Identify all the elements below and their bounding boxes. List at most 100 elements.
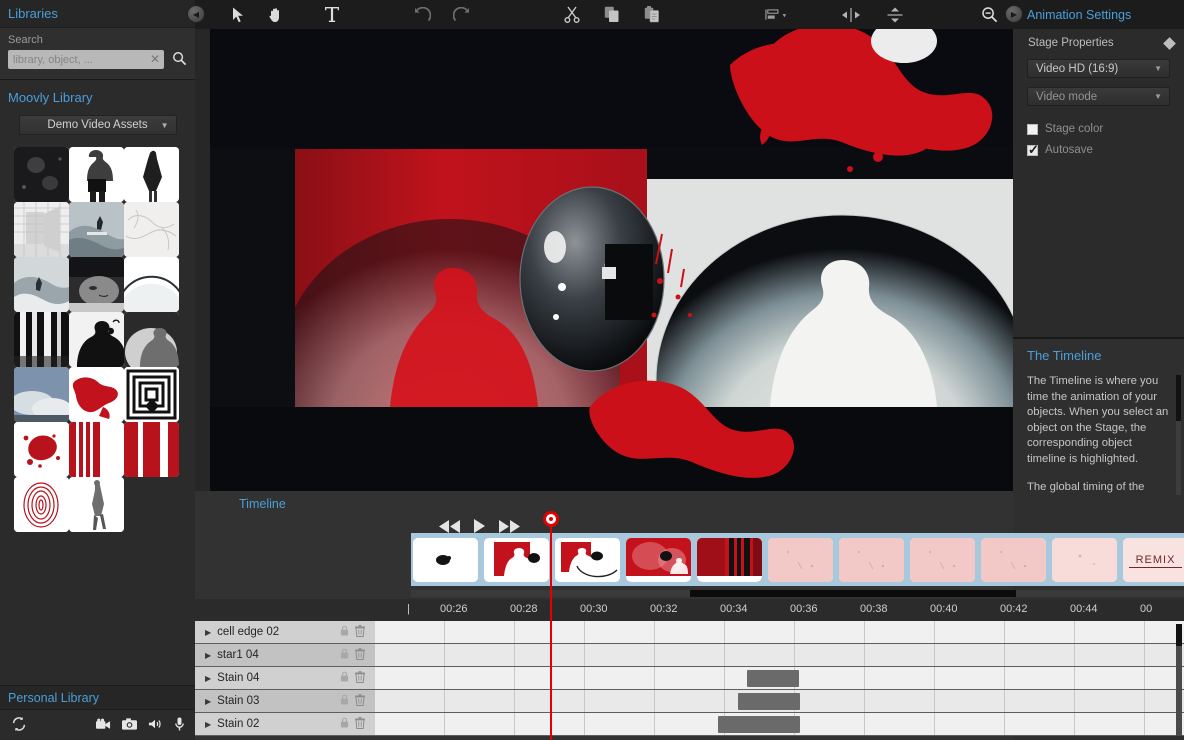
table-row[interactable]: ▶ cell edge 02	[195, 621, 1184, 644]
scene-thumb-10[interactable]	[1052, 538, 1117, 582]
table-row[interactable]: ▶ Stain 02	[195, 713, 1184, 736]
collapse-settings-panel-button[interactable]: ▶	[1005, 5, 1023, 23]
scene-thumb-7[interactable]	[839, 538, 904, 582]
track-lane[interactable]	[375, 644, 1184, 666]
lock-icon[interactable]	[340, 694, 349, 708]
microphone-icon[interactable]	[174, 717, 185, 733]
stage-canvas[interactable]	[210, 29, 1013, 491]
paste-icon[interactable]	[637, 2, 667, 28]
redo-icon[interactable]	[447, 2, 477, 28]
expand-track-icon[interactable]: ▶	[205, 674, 211, 683]
trash-icon[interactable]	[355, 647, 365, 663]
trash-icon[interactable]	[355, 716, 365, 732]
align-vertical-center-icon[interactable]	[880, 2, 910, 28]
blood-splatter[interactable]	[14, 422, 69, 477]
expand-track-icon[interactable]: ▶	[205, 651, 211, 660]
video-camera-icon[interactable]	[96, 718, 111, 732]
align-horizontal-center-icon[interactable]	[836, 2, 866, 28]
lock-icon[interactable]	[340, 648, 349, 662]
lock-icon[interactable]	[340, 717, 349, 731]
scene-thumb-2[interactable]	[484, 538, 549, 582]
timeline-clip[interactable]	[738, 693, 800, 710]
text-tool-icon[interactable]	[317, 2, 347, 28]
expand-track-icon[interactable]: ▶	[205, 628, 211, 637]
search-input-wrap[interactable]: ✕	[8, 50, 164, 69]
stage-color-row[interactable]: Stage color	[1013, 114, 1184, 135]
scene-thumb-6[interactable]	[768, 538, 833, 582]
track-lane[interactable]	[375, 621, 1184, 643]
autosave-checkbox[interactable]	[1027, 142, 1039, 158]
timeline-clip[interactable]	[718, 716, 800, 733]
torso-silhouette[interactable]	[124, 312, 179, 367]
trash-icon[interactable]	[355, 693, 365, 709]
man-back-bw[interactable]	[69, 147, 124, 202]
search-icon[interactable]	[172, 51, 187, 69]
scene-thumb-8[interactable]	[910, 538, 975, 582]
track-lane[interactable]	[375, 667, 1184, 689]
track-lane[interactable]	[375, 690, 1184, 712]
storyboard-strip[interactable]: REMIX	[411, 533, 1184, 586]
timeline-horizontal-scrollbar[interactable]	[411, 590, 1184, 597]
marble-texture[interactable]	[124, 202, 179, 257]
cell-edge-dark[interactable]	[14, 147, 69, 202]
expand-track-icon[interactable]: ▶	[205, 697, 211, 706]
scene-thumb-3[interactable]	[555, 538, 620, 582]
table-row[interactable]: ▶ Stain 03	[195, 690, 1184, 713]
fingerprint-red[interactable]	[14, 477, 69, 532]
red-bars[interactable]	[124, 422, 179, 477]
playhead-handle[interactable]	[543, 511, 559, 527]
search-input[interactable]	[8, 53, 164, 66]
autosave-row[interactable]: Autosave	[1013, 135, 1184, 158]
personal-library-header[interactable]: Personal Library	[0, 685, 195, 709]
scene-thumb-9[interactable]	[981, 538, 1046, 582]
lock-icon[interactable]	[340, 671, 349, 685]
surfer-wave-2[interactable]	[14, 257, 69, 312]
photo-camera-icon[interactable]	[122, 718, 137, 732]
copy-icon[interactable]	[597, 2, 627, 28]
corridor-grid[interactable]	[14, 202, 69, 257]
lock-icon[interactable]	[340, 625, 349, 639]
surfer-wave[interactable]	[69, 202, 124, 257]
sleeping-face[interactable]	[69, 257, 124, 312]
align-menu-icon[interactable]	[762, 2, 792, 28]
table-row[interactable]: ▶ star1 04	[195, 644, 1184, 667]
help-scrollbar[interactable]	[1176, 375, 1181, 495]
trash-icon[interactable]	[355, 670, 365, 686]
walking-woman[interactable]	[69, 477, 124, 532]
aspect-ratio-select[interactable]: Video HD (16:9) ▼	[1027, 59, 1170, 78]
red-stripes-thin[interactable]	[69, 422, 124, 477]
cut-icon[interactable]	[557, 2, 587, 28]
table-row[interactable]: ▶ Stain 04	[195, 667, 1184, 690]
clear-search-icon[interactable]: ✕	[150, 52, 160, 66]
diamond-icon[interactable]	[1163, 36, 1176, 50]
tracks-vertical-scrollbar[interactable]	[1176, 624, 1182, 736]
horizon-curve[interactable]	[124, 257, 179, 312]
hand-pan-icon[interactable]	[261, 2, 291, 28]
trash-icon[interactable]	[355, 624, 365, 640]
zoom-out-icon[interactable]	[974, 2, 1004, 28]
woman-dress-bw[interactable]	[124, 147, 179, 202]
silhouette-smoker[interactable]	[69, 312, 124, 367]
scene-thumb-11[interactable]: REMIX	[1123, 538, 1184, 582]
track-lane[interactable]	[375, 713, 1184, 735]
select-cursor-icon[interactable]	[223, 2, 253, 28]
scene-thumb-4[interactable]	[626, 538, 691, 582]
expand-track-icon[interactable]: ▶	[205, 720, 211, 729]
red-map[interactable]	[69, 367, 124, 422]
video-mode-select[interactable]: Video mode ▼	[1027, 87, 1170, 106]
refresh-icon[interactable]	[10, 715, 28, 735]
timeline-clip[interactable]	[747, 670, 799, 687]
optical-squares[interactable]	[124, 367, 179, 422]
help-scrollbar-thumb[interactable]	[1176, 375, 1181, 421]
library-select[interactable]: Demo Video Assets ▼	[18, 115, 177, 135]
stripes-bw[interactable]	[14, 312, 69, 367]
speaker-icon[interactable]	[148, 718, 163, 732]
timeline-ruler[interactable]: 00:26 00:28 00:30 00:32 00:34 00:36 00:38 00:40…	[195, 599, 1184, 621]
undo-icon[interactable]	[407, 2, 437, 28]
clouds-sky[interactable]	[14, 367, 69, 422]
stage-color-checkbox[interactable]	[1027, 123, 1038, 135]
scene-thumb-1[interactable]	[413, 538, 478, 582]
timeline-horizontal-scrollbar-thumb[interactable]	[690, 590, 1016, 597]
scene-thumb-5[interactable]	[697, 538, 762, 582]
tracks-vertical-scrollbar-thumb[interactable]	[1176, 624, 1182, 646]
